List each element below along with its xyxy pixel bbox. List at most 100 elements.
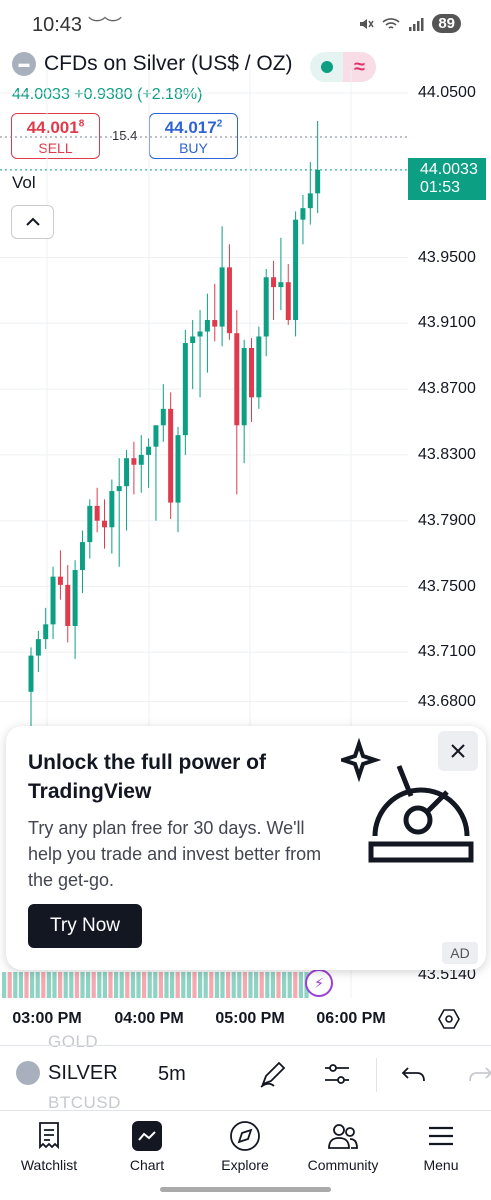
ad-close-button[interactable] (438, 731, 478, 771)
nav-label: Menu (423, 1157, 459, 1173)
candle-body (102, 520, 107, 528)
candle-body (79, 542, 85, 571)
close-icon (451, 744, 465, 758)
time-axis[interactable]: 03:00 PM 04:00 PM 05:00 PM 06:00 PM (0, 1002, 491, 1036)
price-tick-label: 43.9100 (418, 314, 476, 332)
ad-card: Unlock the full power of TradingView Try… (6, 726, 486, 970)
lightning-icon[interactable]: ⚡ (305, 969, 333, 997)
volume-bar (270, 972, 275, 998)
volume-bar (108, 972, 113, 998)
volume-bar (80, 972, 85, 998)
undo-icon[interactable] (400, 1059, 428, 1089)
wave-icon: ︶︶ (88, 16, 122, 36)
ad-body: Try any plan free for 30 days. We'll hel… (28, 818, 322, 890)
volume-bar (52, 972, 57, 998)
volume-bar (181, 972, 186, 998)
nav-explore[interactable]: Explore (200, 1119, 290, 1173)
candle-body (72, 570, 78, 626)
ad-badge: AD (442, 942, 478, 964)
volume-bar (35, 972, 40, 998)
compass-icon (230, 1121, 260, 1151)
wifi-icon (382, 17, 400, 29)
volume-bar (203, 972, 208, 998)
chart-icon (132, 1121, 162, 1151)
candle-body (94, 505, 100, 521)
volume-bar (136, 972, 141, 998)
silver-icon (16, 1061, 40, 1085)
volume-bar (13, 972, 18, 998)
collapse-legend-button[interactable] (11, 205, 54, 239)
candle-body (87, 505, 93, 543)
volume-bar (298, 972, 303, 998)
candle-body (124, 458, 130, 487)
candle-body (300, 208, 306, 220)
candle-body (293, 219, 299, 321)
indicators-sliders-icon[interactable] (322, 1059, 352, 1089)
volume-bar (119, 972, 124, 998)
candle-body (197, 331, 203, 337)
candle-body (43, 624, 49, 640)
last-price-tag: 44.0033 01:53 (408, 158, 486, 200)
last-price-tag-price: 44.0033 (420, 161, 478, 178)
symbol-selector[interactable]: SILVER (16, 1061, 118, 1085)
volume-bar (276, 972, 281, 998)
time-tick: 03:00 PM (12, 1010, 82, 1027)
chevron-up-icon (25, 217, 40, 226)
status-time: 10:43 (32, 14, 83, 36)
nav-menu[interactable]: Menu (396, 1119, 486, 1173)
time-tick: 04:00 PM (114, 1010, 184, 1027)
nav-community[interactable]: Community (298, 1119, 388, 1173)
price-tick-label: 43.7900 (418, 511, 476, 529)
volume-bar (198, 972, 203, 998)
price-tick-label: 43.7100 (418, 643, 476, 661)
candle-body (263, 277, 269, 337)
volume-bar (69, 972, 74, 998)
community-icon (328, 1124, 358, 1149)
candle-body (241, 347, 247, 426)
volume-bar (287, 972, 292, 998)
interval-selector[interactable]: 5m (158, 1063, 186, 1086)
drawing-pen-icon[interactable] (258, 1059, 288, 1089)
volume-bar (214, 972, 219, 998)
candle-body (28, 655, 34, 692)
volume-bar (265, 972, 270, 998)
candle-body (226, 267, 232, 334)
candle-body (146, 446, 152, 455)
candle-body (160, 408, 166, 426)
try-now-button[interactable]: Try Now (28, 904, 142, 948)
candle-body (278, 282, 284, 288)
volume-bar (231, 972, 236, 998)
nav-chart[interactable]: Chart (102, 1119, 192, 1173)
volume-bar (237, 972, 242, 998)
volume-bar (209, 972, 214, 998)
price-tick-label: 43.7500 (418, 577, 476, 595)
volume-bar (164, 972, 169, 998)
volume-bar (18, 972, 23, 998)
volume-bar (153, 972, 158, 998)
volume-bar (226, 972, 231, 998)
candle-body (256, 336, 262, 398)
nav-label: Watchlist (20, 1157, 78, 1173)
candle-body (131, 458, 137, 465)
volume-bar (63, 972, 68, 998)
ad-title: Unlock the full power of TradingView (28, 751, 267, 803)
chart-settings-icon[interactable] (437, 1007, 461, 1031)
volume-bar (259, 972, 264, 998)
candle-body (57, 576, 63, 585)
volume-bar (170, 972, 175, 998)
bar-countdown: 01:53 (420, 179, 461, 196)
time-tick: 06:00 PM (316, 1010, 386, 1027)
price-tick-label: 43.8300 (418, 445, 476, 463)
volume-bar (102, 972, 107, 998)
redo-icon[interactable] (466, 1059, 491, 1089)
volume-bar (7, 972, 12, 998)
nav-label: Chart (129, 1157, 165, 1173)
volume-bar (97, 972, 102, 998)
volume-bar (147, 972, 152, 998)
candle-body (35, 639, 41, 656)
candle-body (249, 347, 254, 398)
volume-bar (130, 972, 135, 998)
nav-watchlist[interactable]: Watchlist (4, 1119, 94, 1173)
price-tick-label: 44.0500 (418, 84, 476, 101)
watchlist-icon (39, 1122, 59, 1150)
